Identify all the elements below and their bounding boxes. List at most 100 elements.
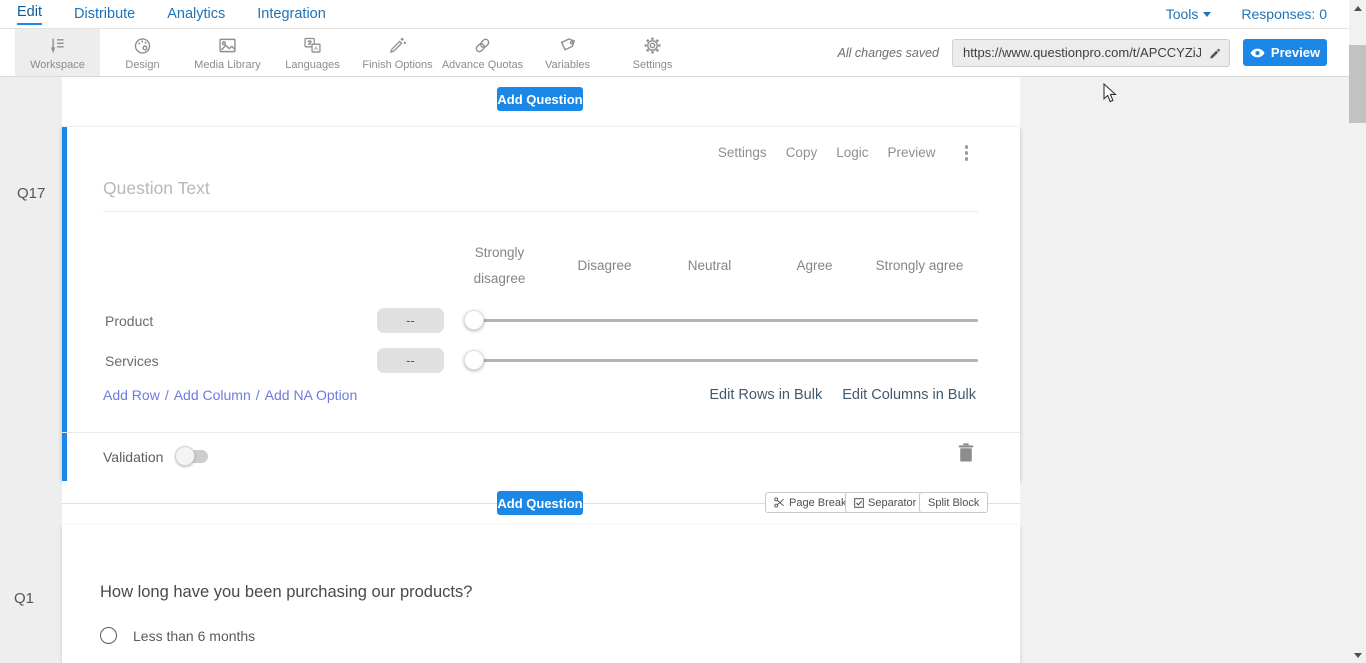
question-number-q17: Q17 [17, 185, 45, 202]
settings-gear-icon [642, 35, 663, 56]
toolbar-item-media-library[interactable]: Media Library [185, 29, 270, 76]
question-actions: Settings Copy Logic Preview [718, 143, 970, 163]
link-separator: / [256, 387, 260, 403]
row-value-badge: -- [377, 348, 444, 373]
toolbar-item-design[interactable]: Design [100, 29, 185, 76]
add-links-group: Add Row / Add Column / Add NA Option [103, 387, 357, 403]
survey-url-box [952, 39, 1230, 67]
slider-track[interactable] [474, 359, 978, 362]
question-preview-link[interactable]: Preview [887, 145, 935, 160]
q1-option-label: Less than 6 months [133, 628, 255, 644]
eye-icon [1250, 48, 1265, 58]
vertical-scrollbar[interactable] [1349, 0, 1366, 663]
variables-label: Variables [545, 59, 590, 71]
bulk-links-group: Edit Rows in Bulk Edit Columns in Bulk [709, 387, 976, 403]
add-question-button-top[interactable]: Add Question [497, 87, 583, 111]
toolbar-items: Workspace Design Media Library A Languag… [0, 29, 695, 76]
scale-col-agree: Agree [762, 253, 867, 279]
split-block-label: Split Block [928, 497, 979, 509]
nav-tab-edit[interactable]: Edit [17, 0, 42, 28]
add-row-link[interactable]: Add Row [103, 387, 160, 403]
question-logic-link[interactable]: Logic [836, 145, 868, 160]
question-card-q17: Settings Copy Logic Preview Question Tex… [62, 127, 1020, 481]
advance-quotas-label: Advance Quotas [442, 59, 523, 71]
validation-label: Validation [103, 449, 163, 465]
question-settings-link[interactable]: Settings [718, 145, 767, 160]
row-label: Services [105, 348, 159, 374]
split-block-button[interactable]: Split Block [919, 492, 988, 513]
nav-tab-integration[interactable]: Integration [257, 0, 326, 28]
scrollbar-thumb[interactable] [1349, 45, 1366, 123]
add-column-link[interactable]: Add Column [174, 387, 251, 403]
tools-menu[interactable]: Tools [1166, 6, 1212, 22]
add-question-button-bottom[interactable]: Add Question [497, 491, 583, 515]
question-copy-link[interactable]: Copy [786, 145, 818, 160]
kebab-menu-icon[interactable] [963, 143, 971, 163]
link-separator: / [165, 387, 169, 403]
question-text-underline [103, 211, 978, 212]
matrix-row-services: Services -- [62, 348, 1020, 374]
matrix-row-product: Product -- [62, 308, 1020, 334]
toolbar-item-variables[interactable]: Variables [525, 29, 610, 76]
slider-handle[interactable] [464, 310, 484, 330]
slider-track[interactable] [474, 319, 978, 322]
add-na-option-link[interactable]: Add NA Option [265, 387, 358, 403]
nav-tab-distribute[interactable]: Distribute [74, 0, 135, 28]
toolbar-item-languages[interactable]: A Languages [270, 29, 355, 76]
scale-col-neutral: Neutral [657, 253, 762, 279]
canvas-right-background [1020, 77, 1349, 663]
toolbar-item-advance-quotas[interactable]: Advance Quotas [440, 29, 525, 76]
toolbar-item-finish-options[interactable]: Finish Options [355, 29, 440, 76]
edit-url-pencil-icon[interactable] [1209, 47, 1222, 60]
scale-col-disagree: Disagree [552, 253, 657, 279]
question-card-q1: How long have you been purchasing our pr… [62, 525, 1020, 663]
validation-toggle[interactable] [177, 450, 208, 463]
edit-columns-in-bulk-link[interactable]: Edit Columns in Bulk [842, 387, 976, 403]
separator-label: Separator [868, 497, 916, 509]
responses-label: Responses: 0 [1241, 6, 1327, 22]
scrollbar-up-arrow[interactable] [1349, 0, 1366, 16]
nav-tab-edit-label: Edit [17, 4, 42, 25]
responses-link[interactable]: Responses: 0 [1241, 6, 1327, 22]
nav-right: Tools Responses: 0 [1166, 6, 1349, 22]
scissors-icon [774, 497, 785, 508]
question-number-gutter: Q17 Q1 [0, 77, 62, 663]
nav-tab-analytics-label: Analytics [167, 6, 225, 22]
radio-button-icon[interactable] [100, 627, 117, 644]
save-status: All changes saved [838, 46, 939, 60]
slider-handle[interactable] [464, 350, 484, 370]
scrollbar-down-arrow[interactable] [1349, 647, 1366, 663]
editor-toolbar: Workspace Design Media Library A Languag… [0, 29, 1349, 77]
page-break-label: Page Break [789, 497, 846, 509]
preview-button[interactable]: Preview [1243, 39, 1327, 66]
question-column: Add Question Settings Copy Logic Preview… [62, 77, 1020, 663]
add-question-strip-top: Add Question [62, 77, 1020, 127]
question-number-q1: Q1 [14, 590, 34, 607]
finish-options-label: Finish Options [362, 59, 432, 71]
nav-tabs: Edit Distribute Analytics Integration [0, 0, 326, 28]
selected-question-indicator [62, 127, 67, 481]
delete-question-trash-icon[interactable] [958, 443, 974, 462]
row-column-links: Add Row / Add Column / Add NA Option Edit Ro… [103, 387, 976, 403]
survey-canvas: Q17 Q1 Add Question Settings Copy Logic … [0, 77, 1366, 663]
q1-option-row: Less than 6 months [100, 627, 255, 644]
workspace-label: Workspace [30, 59, 85, 71]
scale-col-strongly-disagree: Strongly disagree [447, 240, 552, 292]
toolbar-item-workspace[interactable]: Workspace [15, 29, 100, 76]
question-text-input[interactable]: Question Text [103, 178, 210, 199]
languages-icon: A [302, 35, 323, 56]
toolbar-item-settings[interactable]: Settings [610, 29, 695, 76]
tools-label: Tools [1166, 6, 1199, 22]
nav-tab-distribute-label: Distribute [74, 6, 135, 22]
separator-button[interactable]: Separator [845, 492, 925, 513]
media-library-icon [217, 35, 238, 56]
toolbar-right: All changes saved Preview [838, 29, 1349, 76]
variables-tag-icon [557, 35, 578, 56]
page-break-button[interactable]: Page Break [765, 492, 855, 513]
survey-url-input[interactable] [953, 40, 1229, 66]
nav-tab-analytics[interactable]: Analytics [167, 0, 225, 28]
q1-question-title: How long have you been purchasing our pr… [100, 583, 472, 602]
finish-options-icon [387, 35, 408, 56]
validation-row: Validation [62, 432, 1020, 481]
edit-rows-in-bulk-link[interactable]: Edit Rows in Bulk [709, 387, 822, 403]
